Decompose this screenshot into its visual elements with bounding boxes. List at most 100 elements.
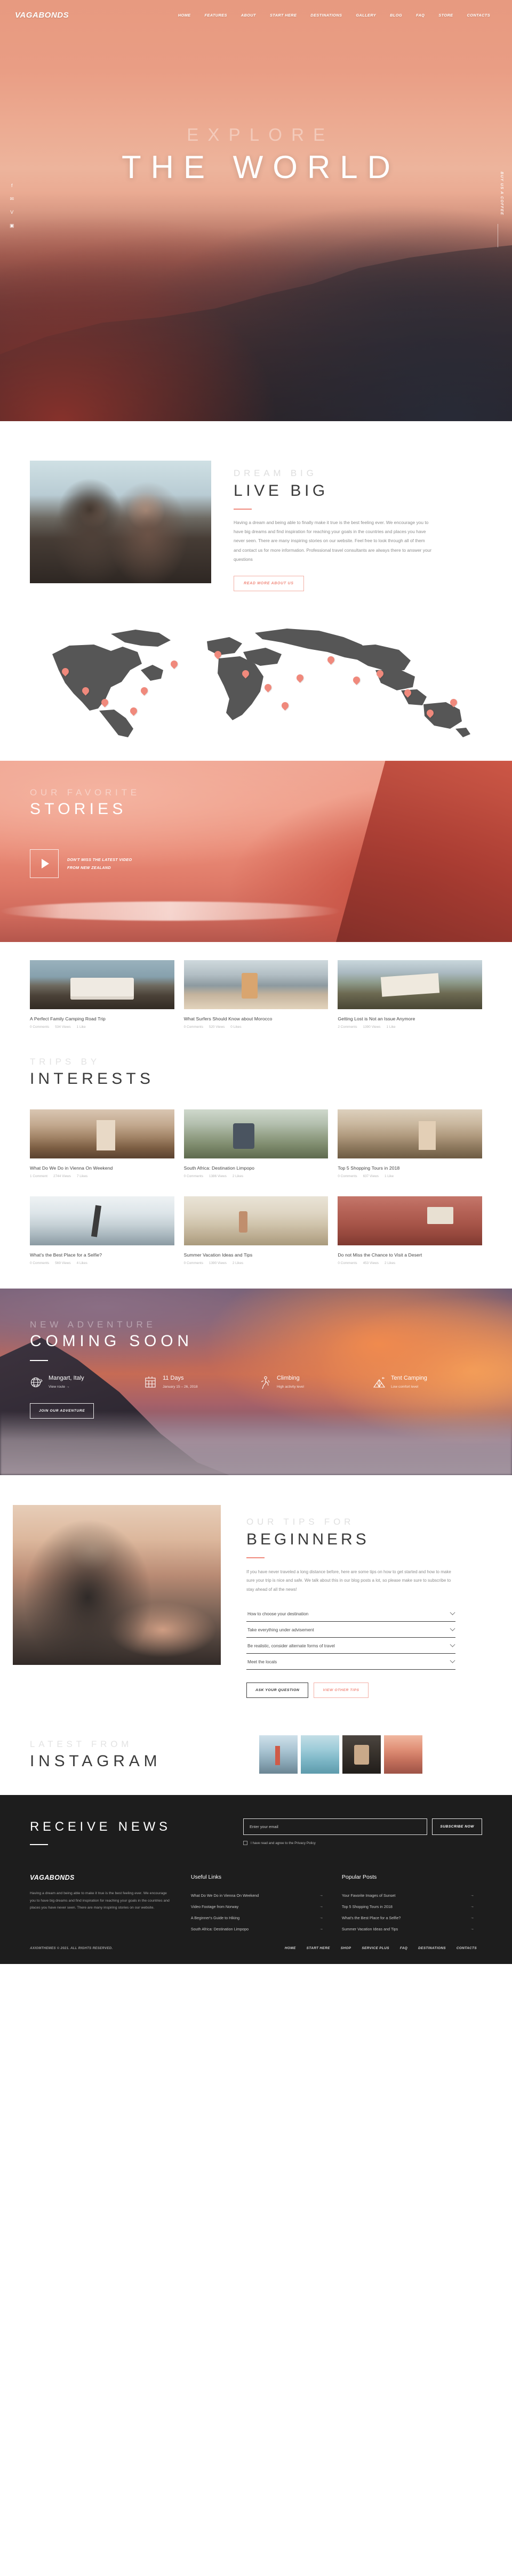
view-count: 520 Views: [209, 1025, 225, 1029]
card-title[interactable]: What's the Best Place for a Selfie?: [30, 1252, 174, 1258]
view-route-link[interactable]: View route →: [49, 1385, 84, 1389]
list-item[interactable]: South Africa: Destination Limpopo 0 Comm…: [183, 1109, 329, 1178]
card-meta: 0 Comments 1390 Views 2 Likes: [184, 1261, 329, 1265]
map-pin[interactable]: [295, 673, 305, 683]
consent-label: I have read and agree to the Privacy Pol…: [251, 1841, 316, 1845]
accordion-item-realistic[interactable]: Be realistic, consider alternate forms o…: [246, 1638, 455, 1654]
instagram-icon[interactable]: ▣: [10, 223, 14, 228]
nav-item-faq[interactable]: FAQ: [409, 13, 431, 18]
footer-nav-contacts[interactable]: CONTACTS: [451, 1946, 482, 1950]
list-item[interactable]: Summer Vacation Ideas and Tips 0 Comment…: [183, 1196, 329, 1265]
map-pin[interactable]: [326, 655, 336, 665]
interests-section: TRIPS BY INTERESTS What Do We Do in Vien…: [0, 1029, 512, 1265]
map-pin[interactable]: [403, 688, 413, 698]
feature-title: Tent Camping: [391, 1375, 427, 1382]
vimeo-icon[interactable]: V: [10, 210, 13, 215]
card-title[interactable]: What Surfers Should Know about Morocco: [184, 1016, 329, 1021]
map-pin[interactable]: [263, 682, 273, 693]
nav-item-about[interactable]: ABOUT: [234, 13, 263, 18]
like-count: 2 Likes: [232, 1261, 244, 1266]
view-other-tips-button[interactable]: VIEW OTHER TIPS: [314, 1683, 369, 1698]
map-pin[interactable]: [169, 659, 179, 670]
nav-item-gallery[interactable]: GALLERY: [349, 13, 383, 18]
map-pin[interactable]: [241, 669, 251, 679]
nav-item-home[interactable]: HOME: [171, 13, 198, 18]
footer-nav-home[interactable]: HOME: [279, 1946, 301, 1950]
instagram-tile[interactable]: [259, 1735, 298, 1774]
consent-checkbox[interactable]: [243, 1841, 247, 1846]
list-item[interactable]: Do not Miss the Chance to Visit a Desert…: [338, 1196, 483, 1265]
footer-column-heading: Popular Posts: [341, 1874, 377, 1881]
list-item[interactable]: What Surfers Should Know about Morocco 0…: [183, 960, 329, 1029]
footer-logo[interactable]: VAGABONDS: [30, 1874, 180, 1881]
footer-link[interactable]: Top 5 Shopping Tours in 2018 →: [342, 1901, 474, 1912]
card-title[interactable]: Top 5 Shopping Tours in 2018: [338, 1165, 482, 1171]
map-pin[interactable]: [100, 697, 110, 708]
view-count: 534 Views: [55, 1025, 71, 1029]
play-icon[interactable]: [30, 849, 59, 879]
map-pin[interactable]: [351, 675, 362, 686]
privacy-consent-row[interactable]: I have read and agree to the Privacy Pol…: [243, 1841, 482, 1846]
facebook-icon[interactable]: f: [11, 183, 13, 188]
card-thumbnail: [30, 1196, 174, 1246]
map-pin[interactable]: [81, 686, 91, 696]
card-title[interactable]: Summer Vacation Ideas and Tips: [184, 1252, 329, 1258]
list-item[interactable]: Getting Lost is Not an Issue Anymore 2 C…: [338, 960, 483, 1029]
card-title[interactable]: A Perfect Family Camping Road Trip: [30, 1016, 174, 1021]
footer-link[interactable]: Summer Vacation Ideas and Tips →: [342, 1923, 474, 1935]
nav-item-start-here[interactable]: START HERE: [263, 13, 303, 18]
map-pin[interactable]: [129, 706, 139, 717]
map-pin[interactable]: [375, 669, 385, 679]
accordion-item-advisement[interactable]: Take everything under advisement: [246, 1622, 455, 1638]
footer-nav-service-plus[interactable]: SERVICE PLUS: [356, 1946, 394, 1950]
card-title[interactable]: Getting Lost is Not an Issue Anymore: [338, 1016, 482, 1021]
map-pin[interactable]: [280, 701, 290, 711]
footer-link[interactable]: Your Favorite Images of Sunset →: [342, 1890, 474, 1901]
list-item[interactable]: Top 5 Shopping Tours in 2018 0 Comments …: [338, 1109, 483, 1178]
footer-nav-faq[interactable]: FAQ: [395, 1946, 413, 1950]
card-title[interactable]: Do not Miss the Chance to Visit a Desert: [338, 1252, 482, 1258]
map-pin[interactable]: [213, 649, 223, 660]
accordion-item-destination[interactable]: How to choose your destination: [246, 1606, 455, 1622]
footer-link[interactable]: What's the Best Place for a Selfie? →: [342, 1912, 474, 1923]
instagram-tile[interactable]: [384, 1735, 422, 1774]
twitter-icon[interactable]: ✉: [10, 197, 14, 202]
ask-your-question-button[interactable]: ASK YOUR QUESTION: [246, 1683, 309, 1698]
card-title[interactable]: What Do We Do in Vienna On Weekend: [30, 1165, 174, 1171]
join-adventure-button[interactable]: JOIN OUR ADVENTURE: [30, 1403, 94, 1419]
instagram-tile[interactable]: [301, 1735, 339, 1774]
map-pin[interactable]: [425, 708, 435, 719]
feature-title: 11 Days: [163, 1375, 184, 1382]
footer-nav-shop[interactable]: SHOP: [335, 1946, 357, 1950]
beginners-eyebrow: OUR TIPS FOR: [246, 1517, 355, 1527]
email-field[interactable]: [243, 1818, 428, 1836]
footer-nav-destinations[interactable]: DESTINATIONS: [413, 1946, 451, 1950]
subscribe-now-button[interactable]: SUBSCRIBE NOW: [432, 1818, 482, 1836]
map-pin[interactable]: [60, 666, 70, 677]
footer-nav-start-here[interactable]: START HERE: [301, 1946, 335, 1950]
list-item[interactable]: What's the Best Place for a Selfie? 0 Co…: [30, 1196, 174, 1265]
list-item[interactable]: A Perfect Family Camping Road Trip 0 Com…: [30, 960, 174, 1029]
card-title[interactable]: South Africa: Destination Limpopo: [184, 1165, 329, 1171]
nav-item-store[interactable]: STORE: [431, 13, 460, 18]
nav-item-blog[interactable]: BLOG: [383, 13, 409, 18]
footer-link[interactable]: South Africa: Destination Limpopo →: [191, 1923, 323, 1935]
instagram-tile[interactable]: [342, 1735, 381, 1774]
nav-item-destinations[interactable]: DESTINATIONS: [303, 13, 349, 18]
main-navigation: VAGABONDS HOME FEATURES ABOUT START HERE…: [0, 0, 512, 30]
accordion-item-locals[interactable]: Meet the locals: [246, 1654, 455, 1670]
nav-item-contacts[interactable]: CONTACTS: [460, 13, 498, 18]
comment-count: 1 Comment: [30, 1174, 48, 1179]
site-logo[interactable]: VAGABONDS: [15, 11, 69, 20]
buy-us-a-coffee-label[interactable]: BUY US A COFFEE: [500, 172, 503, 215]
nav-item-features[interactable]: FEATURES: [198, 13, 234, 18]
couple-photo: [30, 461, 211, 583]
footer-link[interactable]: What Do We Do in Vienna On Weekend →: [191, 1890, 323, 1901]
map-pin[interactable]: [139, 686, 149, 696]
footer-link[interactable]: Video Footage from Norway →: [191, 1901, 323, 1912]
list-item[interactable]: What Do We Do in Vienna On Weekend 1 Com…: [30, 1109, 174, 1178]
map-pin[interactable]: [449, 697, 459, 708]
read-more-about-us-button[interactable]: READ MORE ABOUT US: [234, 576, 304, 592]
world-map[interactable]: [31, 619, 482, 743]
footer-link[interactable]: A Beginner's Guide to Hiking →: [191, 1912, 323, 1923]
